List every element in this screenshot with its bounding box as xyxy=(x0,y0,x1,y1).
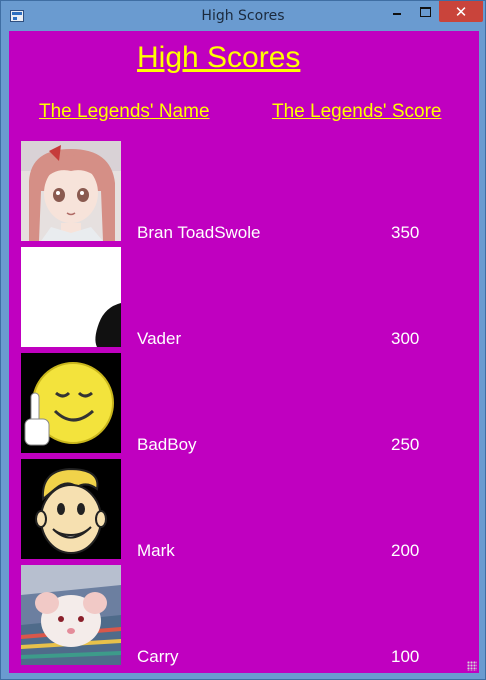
row-score: 100 xyxy=(391,647,420,666)
vault-boy-avatar xyxy=(21,459,121,559)
title-bar[interactable]: High Scores ✕ xyxy=(1,1,485,31)
row-score: 350 xyxy=(391,223,420,242)
row-name: Bran ToadSwole xyxy=(137,223,261,242)
row-name: Mark xyxy=(137,541,175,560)
form-client-area: High Scores The Legends' Name The Legend… xyxy=(9,31,479,673)
smiley-avatar xyxy=(21,353,121,453)
row-score: 200 xyxy=(391,541,420,560)
resize-grip-icon[interactable] xyxy=(467,661,477,671)
high-scores-window: High Scores ✕ High Scores The Legends' N… xyxy=(0,0,486,680)
maximize-button[interactable] xyxy=(411,1,439,22)
row-name: BadBoy xyxy=(137,435,197,454)
name-column-header: The Legends' Name xyxy=(39,101,210,122)
row-score: 250 xyxy=(391,435,420,454)
page-title: High Scores xyxy=(137,41,301,74)
score-column-header: The Legends' Score xyxy=(272,101,442,122)
minimize-button[interactable] xyxy=(383,1,411,22)
white-avatar xyxy=(21,247,121,347)
row-name: Carry xyxy=(137,647,179,666)
row-score: 300 xyxy=(391,329,420,348)
close-button[interactable]: ✕ xyxy=(439,1,483,22)
rat-avatar xyxy=(21,565,121,665)
close-icon: ✕ xyxy=(454,3,468,21)
anime-girl-avatar xyxy=(21,141,121,241)
row-name: Vader xyxy=(137,329,182,348)
